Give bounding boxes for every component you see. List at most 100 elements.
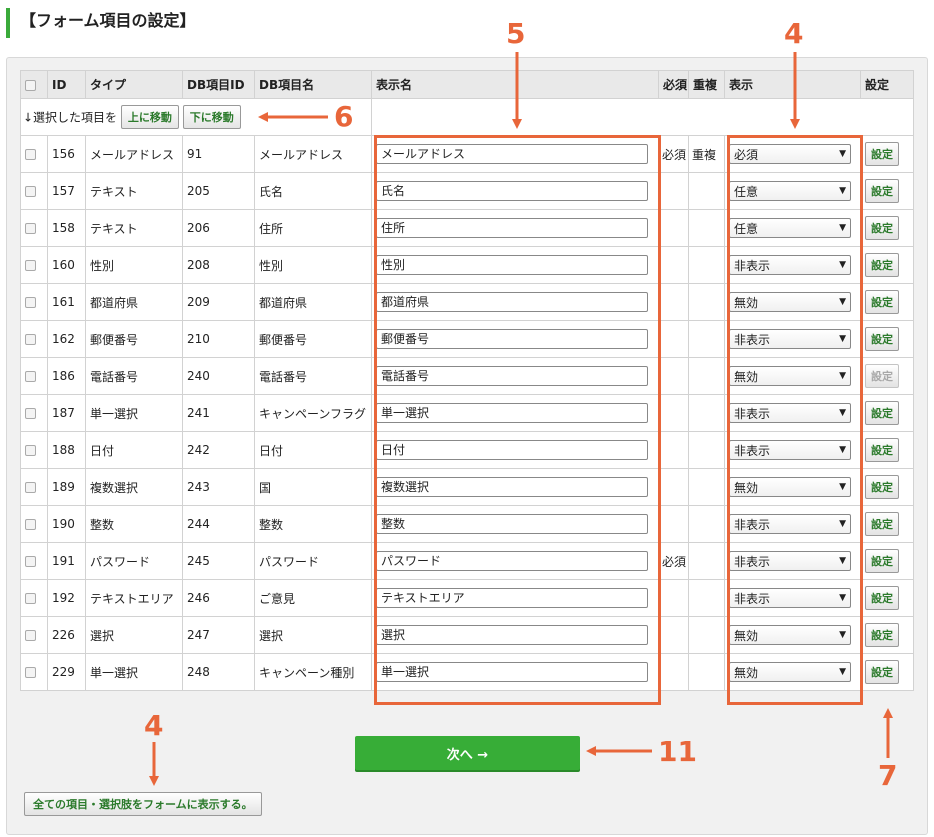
setting-button[interactable]: 設定 <box>865 216 899 240</box>
table-row: 162 郵便番号 210 郵便番号 郵便番号 非表示 ▼ 設定 <box>20 320 914 358</box>
display-name-input[interactable]: 日付 <box>376 440 648 460</box>
row-checkbox[interactable] <box>25 186 36 197</box>
display-name-input[interactable]: 性別 <box>376 255 648 275</box>
move-up-button[interactable]: 上に移動 <box>120 105 179 129</box>
cell-type: 都道府県 <box>85 283 183 321</box>
row-select-cell[interactable] <box>20 579 48 617</box>
row-select-cell[interactable] <box>20 616 48 654</box>
row-select-cell[interactable] <box>20 431 48 469</box>
cell-db-id: 206 <box>182 209 255 247</box>
visibility-select[interactable]: 無効 ▼ <box>729 477 851 497</box>
display-name-input[interactable]: 単一選択 <box>376 662 648 682</box>
setting-button[interactable]: 設定 <box>865 179 899 203</box>
cell-db-id: 91 <box>182 135 255 173</box>
setting-button[interactable]: 設定 <box>865 142 899 166</box>
setting-button[interactable]: 設定 <box>865 660 899 684</box>
visibility-select[interactable]: 非表示 ▼ <box>729 588 851 608</box>
visibility-select[interactable]: 非表示 ▼ <box>729 329 851 349</box>
display-name-input[interactable]: 郵便番号 <box>376 329 648 349</box>
visibility-select[interactable]: 必須 ▼ <box>729 144 851 164</box>
setting-button[interactable]: 設定 <box>865 549 899 573</box>
row-select-cell[interactable] <box>20 283 48 321</box>
setting-button[interactable]: 設定 <box>865 401 899 425</box>
visibility-select[interactable]: 非表示 ▼ <box>729 440 851 460</box>
table-row: 192 テキストエリア 246 ご意見 テキストエリア 非表示 ▼ 設定 <box>20 579 914 617</box>
row-checkbox[interactable] <box>25 297 36 308</box>
visibility-value: 任意 <box>734 221 759 236</box>
visibility-select[interactable]: 非表示 ▼ <box>729 255 851 275</box>
row-checkbox[interactable] <box>25 630 36 641</box>
row-select-cell[interactable] <box>20 394 48 432</box>
cell-visibility: 無効 ▼ <box>724 653 861 691</box>
row-checkbox[interactable] <box>25 667 36 678</box>
visibility-select[interactable]: 無効 ▼ <box>729 292 851 312</box>
visibility-select[interactable]: 非表示 ▼ <box>729 514 851 534</box>
select-all-checkbox[interactable] <box>25 79 36 91</box>
display-name-input[interactable]: 単一選択 <box>376 403 648 423</box>
display-name-input[interactable]: 選択 <box>376 625 648 645</box>
row-checkbox[interactable] <box>25 149 36 160</box>
annotation-7: 7 <box>878 759 898 792</box>
row-checkbox[interactable] <box>25 371 36 382</box>
row-select-cell[interactable] <box>20 653 48 691</box>
setting-button[interactable]: 設定 <box>865 475 899 499</box>
cell-type: 電話番号 <box>85 357 183 395</box>
setting-button[interactable]: 設定 <box>865 253 899 277</box>
display-name-input[interactable]: 都道府県 <box>376 292 648 312</box>
visibility-select[interactable]: 非表示 ▼ <box>729 551 851 571</box>
display-name-input[interactable]: メールアドレス <box>376 144 648 164</box>
setting-button[interactable]: 設定 <box>865 327 899 351</box>
row-checkbox[interactable] <box>25 482 36 493</box>
display-name-input[interactable]: 住所 <box>376 218 648 238</box>
display-name-input[interactable]: 電話番号 <box>376 366 648 386</box>
row-select-cell[interactable] <box>20 172 48 210</box>
visibility-value: 非表示 <box>734 258 771 273</box>
row-checkbox[interactable] <box>25 223 36 234</box>
display-name-input[interactable]: 複数選択 <box>376 477 648 497</box>
row-select-cell[interactable] <box>20 209 48 247</box>
display-name-input[interactable]: テキストエリア <box>376 588 648 608</box>
visibility-select[interactable]: 任意 ▼ <box>729 218 851 238</box>
setting-button[interactable]: 設定 <box>865 438 899 462</box>
row-checkbox[interactable] <box>25 519 36 530</box>
setting-button[interactable]: 設定 <box>865 290 899 314</box>
header-visibility: 表示 <box>724 70 861 99</box>
row-checkbox[interactable] <box>25 593 36 604</box>
visibility-select[interactable]: 任意 ▼ <box>729 181 851 201</box>
row-select-cell[interactable] <box>20 542 48 580</box>
row-checkbox[interactable] <box>25 445 36 456</box>
cell-duplicate <box>688 542 725 580</box>
table-row: 186 電話番号 240 電話番号 電話番号 無効 ▼ 設定 <box>20 357 914 395</box>
display-name-input[interactable]: 氏名 <box>376 181 648 201</box>
visibility-select[interactable]: 非表示 ▼ <box>729 403 851 423</box>
cell-display-name: 郵便番号 <box>371 320 659 358</box>
row-checkbox[interactable] <box>25 334 36 345</box>
cell-duplicate <box>688 172 725 210</box>
cell-id: 189 <box>47 468 86 506</box>
next-button[interactable]: 次へ → <box>355 736 580 770</box>
visibility-select[interactable]: 無効 ▼ <box>729 625 851 645</box>
setting-button[interactable]: 設定 <box>865 623 899 647</box>
row-select-cell[interactable] <box>20 135 48 173</box>
row-select-cell[interactable] <box>20 320 48 358</box>
cell-id: 160 <box>47 246 86 284</box>
row-select-cell[interactable] <box>20 468 48 506</box>
move-down-button[interactable]: 下に移動 <box>182 105 241 129</box>
row-select-cell[interactable] <box>20 505 48 543</box>
header-select-all[interactable] <box>20 70 48 99</box>
show-all-button[interactable]: 全ての項目・選択肢をフォームに表示する。 <box>24 792 262 816</box>
move-row-spacer <box>371 98 914 136</box>
row-checkbox[interactable] <box>25 408 36 419</box>
display-name-input[interactable]: 整数 <box>376 514 648 534</box>
row-checkbox[interactable] <box>25 556 36 567</box>
row-checkbox[interactable] <box>25 260 36 271</box>
dropdown-arrow-icon: ▼ <box>839 260 846 270</box>
visibility-select[interactable]: 無効 ▼ <box>729 662 851 682</box>
display-name-input[interactable]: パスワード <box>376 551 648 571</box>
row-select-cell[interactable] <box>20 357 48 395</box>
setting-button[interactable]: 設定 <box>865 586 899 610</box>
setting-button[interactable]: 設定 <box>865 364 899 388</box>
setting-button[interactable]: 設定 <box>865 512 899 536</box>
row-select-cell[interactable] <box>20 246 48 284</box>
visibility-select[interactable]: 無効 ▼ <box>729 366 851 386</box>
